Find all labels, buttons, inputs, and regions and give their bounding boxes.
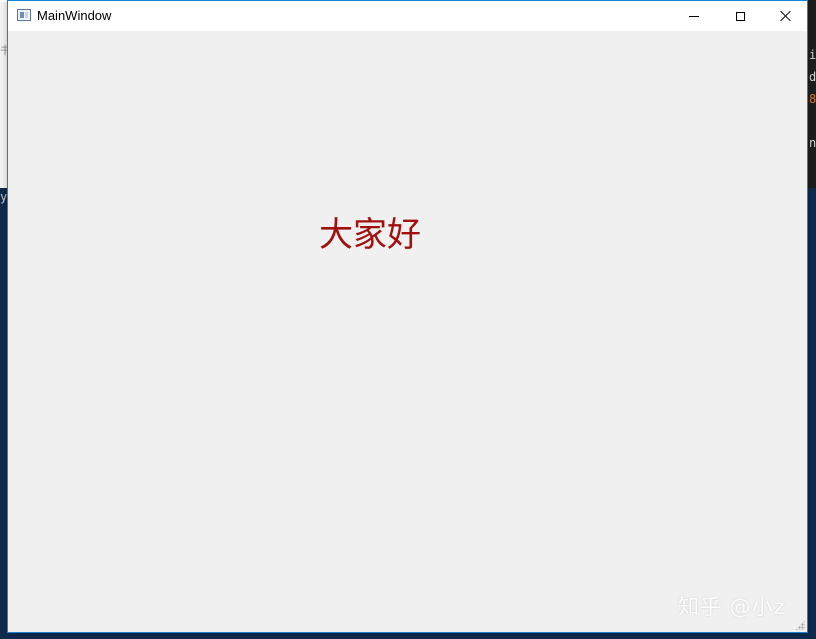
minimize-icon (689, 15, 699, 17)
watermark: 知乎 @小z (678, 595, 786, 619)
maximize-button[interactable] (717, 1, 763, 31)
greeting-label: 大家好 (319, 215, 421, 255)
app-icon[interactable] (17, 9, 31, 21)
close-icon (780, 10, 792, 22)
main-window: MainWindow 大家好 知乎 @小z (7, 0, 808, 633)
minimize-button[interactable] (671, 1, 717, 31)
maximize-icon (735, 11, 745, 21)
desktop: 书 y i d 8 n MainWindow 大家好 知乎 @小z (0, 0, 816, 639)
client-area: 大家好 知乎 @小z (8, 31, 807, 632)
size-grip-icon[interactable] (795, 620, 805, 630)
background-right-text: i d 8 n (809, 48, 816, 150)
close-button[interactable] (763, 1, 809, 31)
window-title: MainWindow (37, 8, 112, 23)
title-bar[interactable]: MainWindow (8, 1, 807, 31)
